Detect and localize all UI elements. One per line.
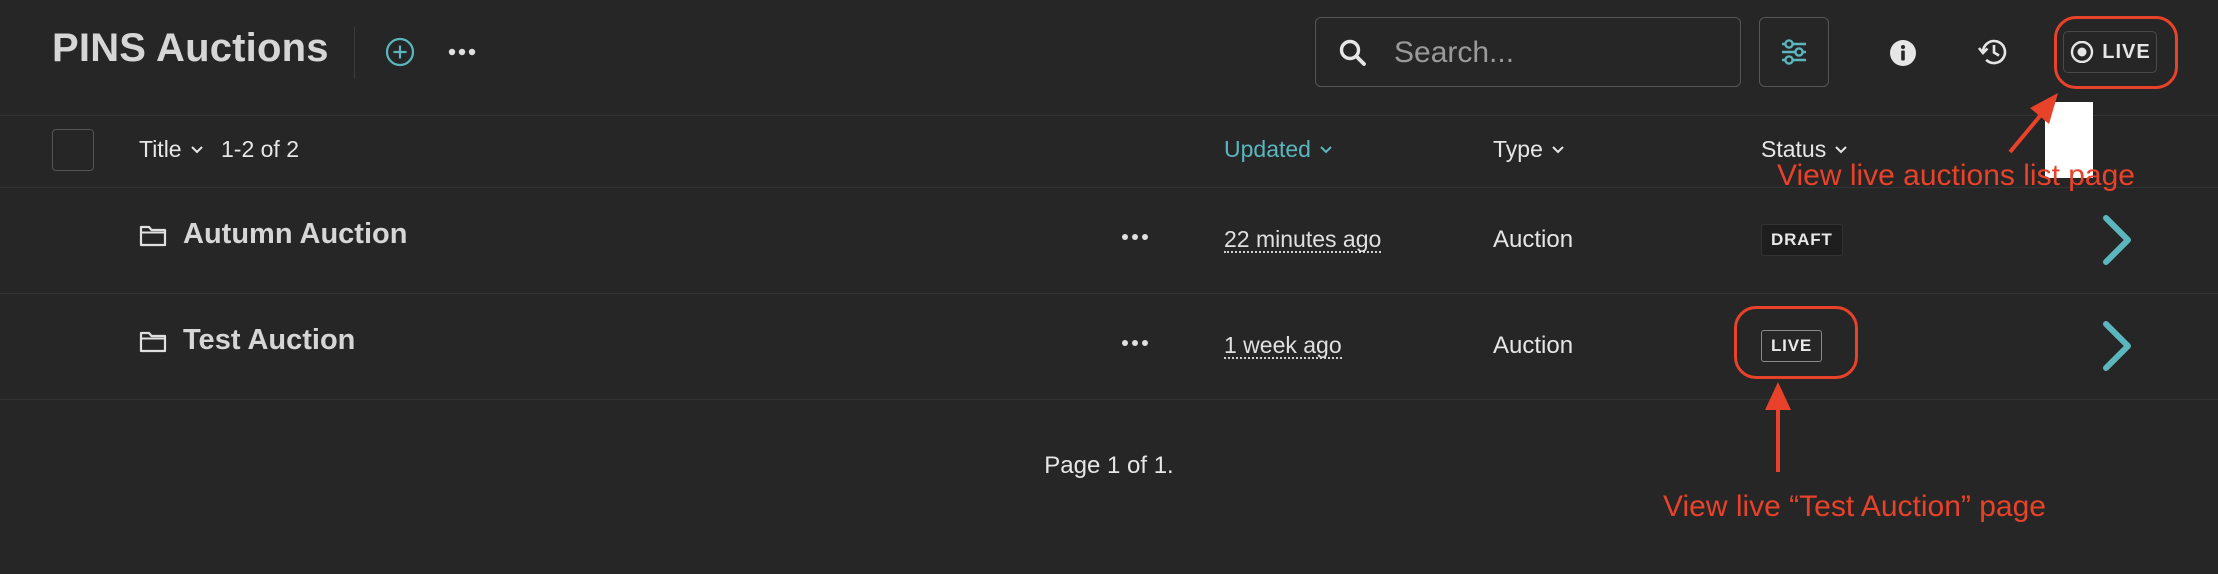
column-updated-label: Updated [1224, 136, 1311, 162]
folder-icon [139, 225, 167, 247]
row-title[interactable]: Test Auction [183, 324, 355, 357]
chevron-down-icon [1835, 145, 1847, 153]
row-more-button[interactable] [1120, 331, 1156, 355]
page-title: PINS Auctions [52, 26, 329, 70]
annotation-highlight-live-badge [1734, 306, 1858, 379]
search-box [1315, 17, 1741, 87]
row-type: Auction [1493, 226, 1574, 253]
chevron-right-icon[interactable] [2100, 320, 2134, 372]
row-type: Auction [1493, 332, 1574, 359]
annotation-highlight-live-button [2054, 16, 2178, 89]
annotation-live-item-text: View live “Test Auction” page [1663, 490, 2046, 523]
row-updated: 1 week ago [1224, 332, 1342, 359]
top-bar: PINS Auctions Search... LIVE [0, 0, 2218, 116]
ellipsis-icon [1122, 234, 1148, 240]
row-updated: 22 minutes ago [1224, 226, 1382, 253]
info-icon [1890, 40, 1916, 66]
status-badge: DRAFT [1761, 224, 1843, 256]
sort-updated[interactable]: Updated [1224, 136, 1333, 163]
folder-icon [139, 331, 167, 353]
chevron-down-icon [190, 145, 203, 153]
header-divider [354, 27, 355, 79]
filter-button[interactable] [1759, 17, 1829, 87]
info-button[interactable] [1884, 34, 1922, 72]
select-all-checkbox[interactable] [52, 129, 94, 171]
row-title[interactable]: Autumn Auction [183, 218, 407, 251]
column-type-label: Type [1493, 136, 1543, 162]
ellipsis-icon [1122, 340, 1148, 346]
item-count: 1-2 of 2 [221, 136, 299, 162]
row-more-button[interactable] [1120, 225, 1156, 249]
ellipsis-icon [448, 48, 476, 56]
chevron-down-icon [1320, 145, 1332, 153]
table-row[interactable]: Autumn Auction 22 minutes ago Auction DR… [0, 188, 2218, 294]
history-button[interactable] [1973, 32, 2013, 72]
annotation-live-list-text: View live auctions list page [1777, 159, 2135, 192]
sort-title[interactable]: Title [139, 136, 204, 163]
history-icon [1977, 39, 2007, 65]
add-button[interactable] [380, 32, 420, 72]
table-row[interactable]: Test Auction 1 week ago Auction [0, 294, 2218, 400]
pagination-text: Page 1 of 1. [1044, 452, 1174, 479]
more-actions-button[interactable] [442, 32, 482, 72]
search-icon [1339, 39, 1366, 66]
plus-circle-icon [385, 37, 415, 67]
column-title-label: Title [139, 136, 182, 162]
page: PINS Auctions Search... LIVE Title 1-2 o… [0, 0, 2218, 574]
sliders-icon [1782, 39, 1806, 65]
chevron-down-icon [1552, 145, 1564, 153]
search-input[interactable] [1392, 30, 1726, 76]
sort-type[interactable]: Type [1493, 136, 1565, 163]
chevron-right-icon[interactable] [2100, 214, 2134, 266]
